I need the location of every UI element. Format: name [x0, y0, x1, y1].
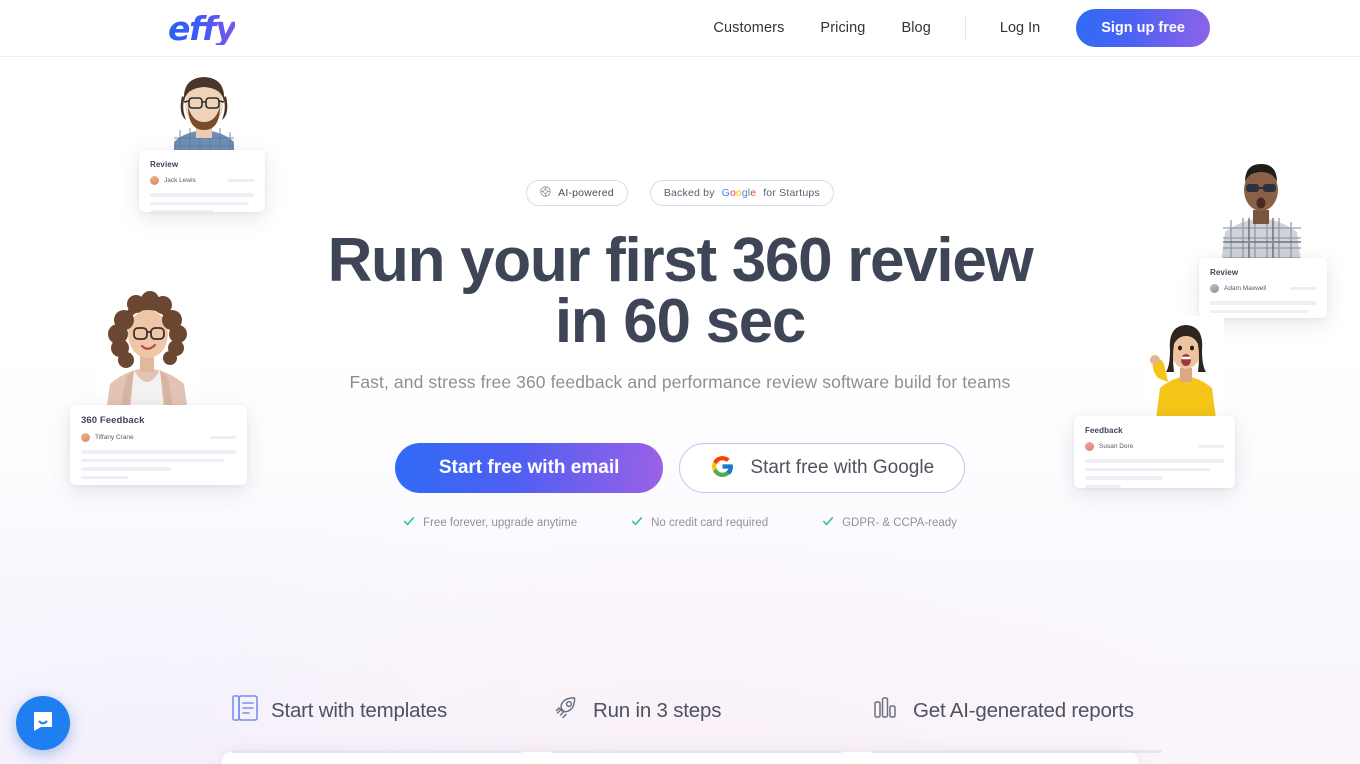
site-header: effy Customers Pricing Blog Log In Sign … — [0, 0, 1360, 57]
hero-feature-list: Free forever, upgrade anytime No credit … — [403, 515, 957, 530]
tab-label: Start with templates — [271, 698, 448, 722]
hero-badges: AI-powered Backed by Google for Startups — [526, 180, 834, 206]
signup-free-button[interactable]: Sign up free — [1076, 9, 1210, 47]
feature-preview-panel — [222, 752, 1138, 764]
tab-progress-track — [232, 750, 522, 753]
badge-backed-by-google: Backed by Google for Startups — [649, 180, 834, 206]
tab-label: Run in 3 steps — [593, 698, 722, 722]
landing-page: effy Customers Pricing Blog Log In Sign … — [0, 0, 1360, 764]
cta-google-label: Start free with Google — [750, 457, 935, 478]
check-icon — [822, 515, 834, 530]
primary-navigation: Customers Pricing Blog Log In Sign up fr… — [713, 9, 1210, 47]
feature-label: GDPR- & CCPA-ready — [842, 516, 957, 529]
page-subtitle: Fast, and stress free 360 feedback and p… — [349, 372, 1011, 392]
feature-label: No credit card required — [651, 516, 769, 529]
bar-chart-icon — [872, 694, 900, 727]
nav-link-pricing[interactable]: Pricing — [820, 20, 865, 36]
tab-label: Get AI-generated reports — [913, 698, 1134, 722]
tab-get-ai-generated-reports[interactable]: Get AI-generated reports — [872, 694, 1162, 753]
cta-row: Start free with email Start free with Go… — [394, 443, 966, 493]
brand-logo[interactable]: effy — [168, 12, 237, 45]
google-logo-icon — [710, 454, 735, 482]
feature-free-forever: Free forever, upgrade anytime — [403, 515, 577, 530]
start-free-with-google-button[interactable]: Start free with Google — [679, 443, 966, 493]
feature-gdpr-ccpa: GDPR- & CCPA-ready — [822, 515, 957, 530]
nav-link-blog[interactable]: Blog — [901, 20, 930, 36]
google-letter-e: e — [750, 187, 757, 199]
chat-bubble-smile-icon — [30, 708, 56, 739]
badge-ai-label: AI-powered — [558, 187, 614, 199]
chat-widget-button[interactable] — [16, 696, 70, 750]
google-letter-g1: G — [721, 187, 730, 199]
document-list-icon — [232, 694, 258, 727]
rocket-icon — [552, 694, 580, 727]
badge-google-suffix: for Startups — [763, 187, 820, 199]
ai-sparkle-icon — [540, 186, 551, 200]
check-icon — [631, 515, 643, 530]
nav-links: Customers Pricing Blog — [713, 20, 930, 36]
feature-tabs: Start with templates Run in 3 steps Get … — [232, 694, 1162, 753]
nav-divider — [964, 15, 966, 41]
nav-link-customers[interactable]: Customers — [713, 20, 784, 36]
tab-start-with-templates[interactable]: Start with templates — [232, 694, 552, 753]
badge-google-prefix: Backed by — [663, 187, 715, 199]
start-free-with-email-button[interactable]: Start free with email — [394, 443, 664, 493]
google-wordmark: Google — [722, 187, 757, 199]
badge-ai-powered: AI-powered — [526, 180, 628, 206]
tab-run-in-3-steps[interactable]: Run in 3 steps — [552, 694, 872, 753]
tab-progress-track — [872, 750, 1162, 753]
login-link[interactable]: Log In — [1000, 20, 1040, 36]
hero-section: AI-powered Backed by Google for Startups… — [0, 57, 1360, 530]
feature-no-credit-card: No credit card required — [631, 515, 768, 530]
check-icon — [403, 515, 415, 530]
tab-progress-track — [552, 750, 842, 753]
feature-label: Free forever, upgrade anytime — [423, 516, 578, 529]
page-title: Run your first 360 review in 60 sec — [327, 226, 1034, 356]
